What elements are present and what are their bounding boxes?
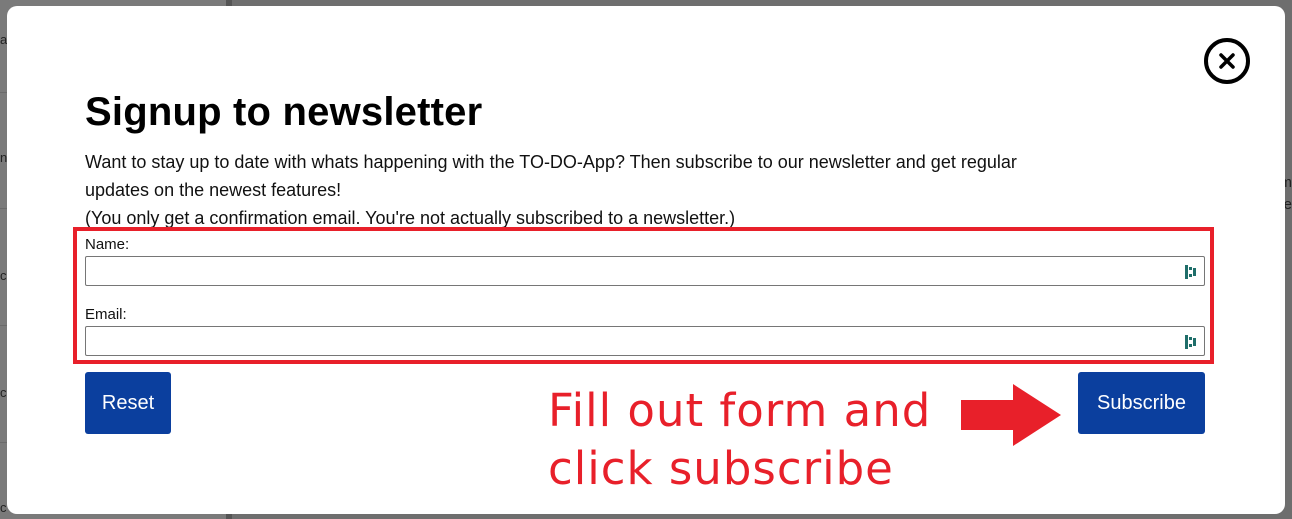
right-arrow-icon [961,384,1061,446]
name-input[interactable] [86,257,1204,285]
background-text: c [0,385,7,400]
subscribe-button[interactable]: Subscribe [1078,372,1205,434]
close-button[interactable] [1204,38,1250,84]
background-text: c [0,500,7,515]
description-line: updates on the newest features! [85,180,342,200]
password-manager-icon[interactable] [1185,335,1197,349]
reset-button[interactable]: Reset [85,372,171,434]
background-text: c [0,268,7,283]
annotation-line: click subscribe [548,442,894,495]
modal-title: Signup to newsletter [85,90,483,134]
name-label: Name: [85,236,130,253]
annotation-line: Fill out form and [548,384,932,437]
password-manager-icon[interactable] [1185,265,1197,279]
description-line: Want to stay up to date with whats happe… [85,152,1017,172]
email-field[interactable] [85,326,1205,356]
modal-description: Want to stay up to date with whats happe… [85,148,1205,232]
newsletter-modal: Signup to newsletter Want to stay up to … [7,6,1285,514]
email-input[interactable] [86,327,1204,355]
email-label: Email: [85,306,127,323]
instruction-annotation: Fill out form and click subscribe [548,382,968,498]
close-circle-icon [1219,53,1235,69]
name-field[interactable] [85,256,1205,286]
